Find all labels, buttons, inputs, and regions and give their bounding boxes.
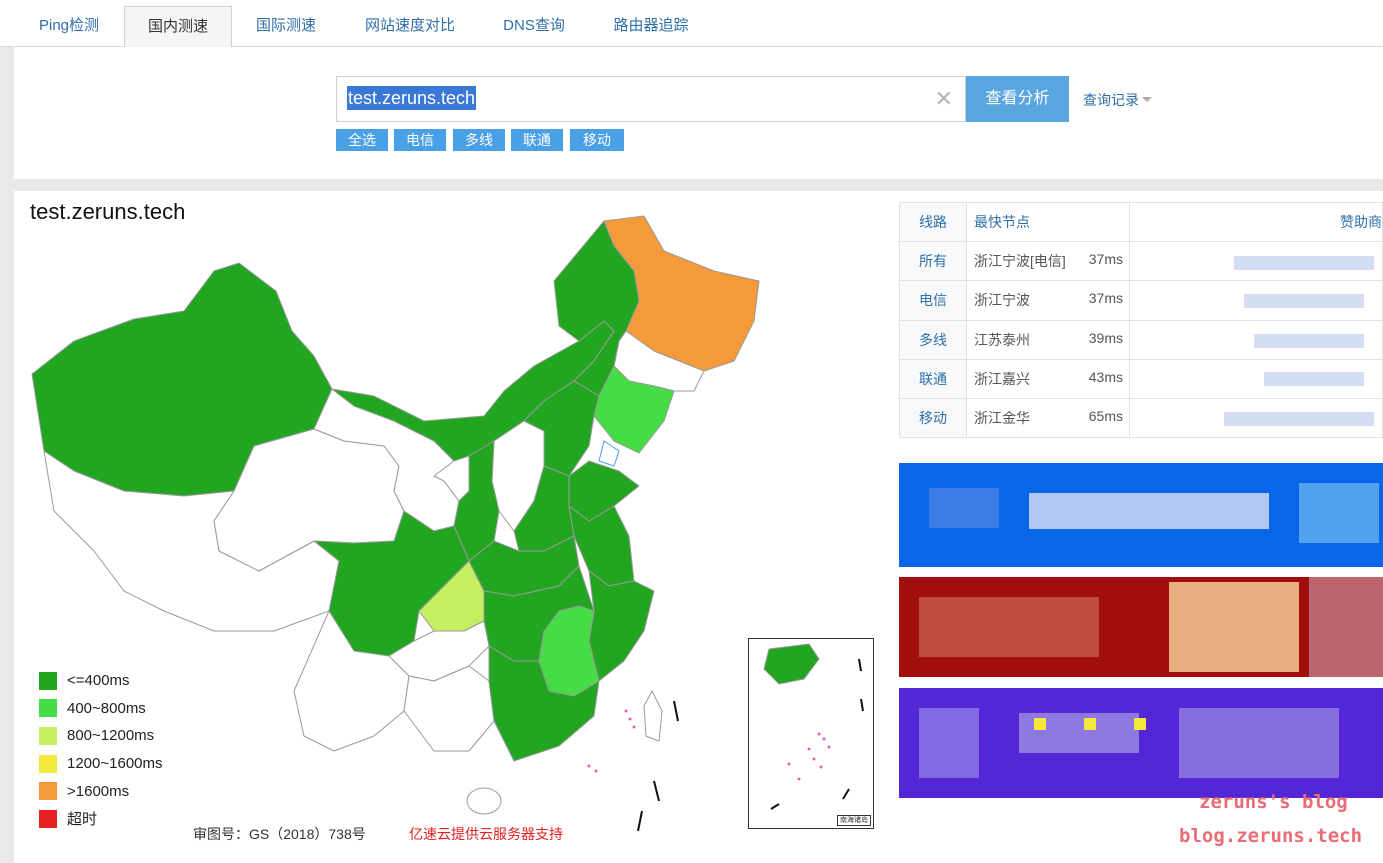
node-name: 江苏泰州 bbox=[974, 331, 1030, 348]
tab-traceroute[interactable]: 路由器追踪 bbox=[588, 6, 714, 47]
sponsor-text-pixelated bbox=[1224, 246, 1383, 436]
header-sponsor: 赞助商 bbox=[1129, 201, 1383, 243]
map-region-taiwan bbox=[643, 690, 663, 742]
row-line[interactable]: 所有 bbox=[899, 241, 967, 282]
legend-item: 超时 bbox=[39, 805, 163, 833]
header-fastest-node: 最快节点 bbox=[966, 201, 1130, 243]
row-node: 江苏泰州 39ms bbox=[966, 319, 1130, 360]
row-line[interactable]: 电信 bbox=[899, 280, 967, 321]
close-icon[interactable]: ✕ bbox=[935, 87, 953, 111]
node-latency: 39ms bbox=[1088, 329, 1123, 346]
map-region-hainan bbox=[466, 787, 502, 815]
row-node: 浙江金华 65ms bbox=[966, 397, 1130, 439]
legend-item: <=400ms bbox=[39, 667, 163, 695]
filter-telecom-button[interactable]: 电信 bbox=[394, 129, 446, 151]
caret-down-icon bbox=[1142, 97, 1152, 102]
filter-unicom-button[interactable]: 联通 bbox=[511, 129, 563, 151]
tab-ping[interactable]: Ping检测 bbox=[14, 6, 124, 47]
search-input-value[interactable]: test.zeruns.tech bbox=[347, 86, 477, 110]
map-legend: <=400ms 400~800ms 800~1200ms 1200~1600ms… bbox=[39, 667, 163, 833]
row-line[interactable]: 移动 bbox=[899, 397, 967, 439]
legend-label: >1600ms bbox=[67, 782, 130, 800]
legend-swatch bbox=[39, 699, 57, 718]
tab-international-speed[interactable]: 国际测速 bbox=[232, 6, 340, 47]
tab-domestic-speed[interactable]: 国内测速 bbox=[124, 6, 232, 48]
map-approval-number: 审图号：GS（2018）738号 bbox=[193, 826, 366, 842]
legend-label: 1200~1600ms bbox=[67, 755, 163, 773]
filter-all-button[interactable]: 全选 bbox=[336, 129, 388, 151]
result-panel: test.zeruns.tech 南海诸岛 <=400ms 400~800ms … bbox=[14, 191, 1383, 863]
search-panel: test.zeruns.tech ✕ 查看分析 查询记录 全选 电信 多线 联通… bbox=[14, 47, 1383, 179]
analyze-button[interactable]: 查看分析 bbox=[966, 76, 1069, 122]
node-name: 浙江金华 bbox=[974, 410, 1030, 427]
left-gutter bbox=[0, 47, 14, 863]
node-name: 浙江宁波 bbox=[974, 292, 1030, 309]
legend-label: 400~800ms bbox=[67, 699, 146, 717]
watermark-url: blog.zeruns.tech bbox=[1179, 825, 1363, 847]
history-label[interactable]: 查询记录 bbox=[1083, 92, 1139, 108]
section-divider bbox=[14, 179, 1383, 191]
legend-item: 800~1200ms bbox=[39, 722, 163, 750]
south-sea-inset-map: 南海诸岛 bbox=[748, 638, 874, 829]
watermark-title: zeruns's blog bbox=[1199, 791, 1348, 813]
legend-label: <=400ms bbox=[67, 672, 130, 690]
legend-label: 超时 bbox=[67, 811, 98, 829]
tab-dns-query[interactable]: DNS查询 bbox=[480, 6, 588, 47]
ad-banner-blue[interactable] bbox=[899, 463, 1383, 567]
map-region-zhejiang bbox=[588, 570, 655, 682]
row-line[interactable]: 多线 bbox=[899, 319, 967, 360]
search-input[interactable]: test.zeruns.tech ✕ bbox=[336, 76, 966, 122]
legend-item: 1200~1600ms bbox=[39, 750, 163, 778]
header-line: 线路 bbox=[899, 201, 967, 243]
legend-swatch bbox=[39, 671, 57, 690]
filter-mobile-button[interactable]: 移动 bbox=[570, 129, 624, 151]
row-node: 浙江宁波[电信] 37ms bbox=[966, 241, 1130, 282]
node-latency: 65ms bbox=[1088, 408, 1123, 425]
sponsor-link[interactable]: 亿速云提供云服务器支持 bbox=[409, 824, 563, 844]
legend-swatch bbox=[39, 809, 57, 828]
legend-item: >1600ms bbox=[39, 777, 163, 805]
row-line[interactable]: 联通 bbox=[899, 358, 967, 399]
legend-label: 800~1200ms bbox=[67, 727, 155, 745]
legend-swatch bbox=[39, 782, 57, 801]
node-latency: 37ms bbox=[1088, 251, 1123, 268]
bohai-sea bbox=[598, 440, 620, 467]
row-node: 浙江嘉兴 43ms bbox=[966, 358, 1130, 399]
ad-banner-red[interactable] bbox=[899, 577, 1383, 677]
south-china-sea-islands bbox=[587, 709, 636, 773]
map-region-guangxi bbox=[403, 665, 495, 752]
inset-map-graphic bbox=[763, 643, 864, 810]
tab-bar: Ping检测 国内测速 国际测速 网站速度对比 DNS查询 路由器追踪 bbox=[0, 0, 1383, 48]
inset-map-label: 南海诸岛 bbox=[837, 815, 871, 826]
node-latency: 37ms bbox=[1088, 290, 1123, 307]
row-node: 浙江宁波 37ms bbox=[966, 280, 1130, 321]
filter-multiline-button[interactable]: 多线 bbox=[453, 129, 505, 151]
legend-item: 400~800ms bbox=[39, 695, 163, 723]
node-name: 浙江嘉兴 bbox=[974, 370, 1030, 387]
history-dropdown[interactable]: 查询记录 bbox=[1083, 90, 1152, 110]
node-name: 浙江宁波[电信] bbox=[974, 253, 1066, 270]
node-latency: 43ms bbox=[1088, 368, 1123, 385]
legend-swatch bbox=[39, 754, 57, 773]
ad-banner-purple[interactable] bbox=[899, 688, 1383, 798]
legend-swatch bbox=[39, 726, 57, 745]
tab-website-compare[interactable]: 网站速度对比 bbox=[340, 6, 480, 47]
table-header-row: 线路 最快节点 赞助商 bbox=[899, 201, 1383, 243]
